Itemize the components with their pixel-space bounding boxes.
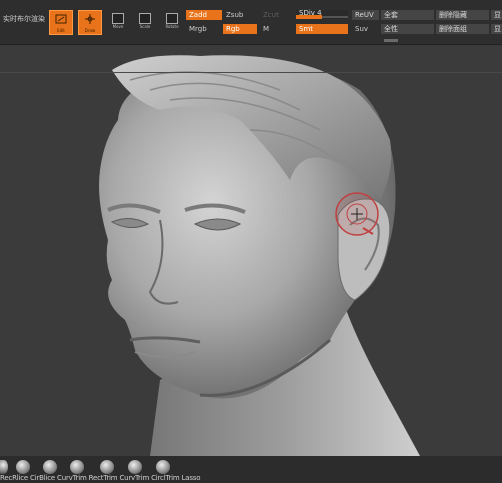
toolbar-divider	[0, 44, 502, 45]
draw-icon	[85, 14, 95, 24]
edit-button[interactable]: Edit	[49, 10, 73, 35]
draw-button[interactable]: Draw	[78, 10, 102, 35]
mrgb-button[interactable]: Mrgb	[189, 25, 207, 34]
rotate-button[interactable]: Rotate	[164, 12, 180, 34]
trim-tool-icon-0[interactable]	[0, 460, 8, 474]
canvas-guide-line	[0, 72, 502, 73]
scale-icon	[139, 13, 151, 24]
rect-slice-icon[interactable]	[16, 460, 30, 474]
delete-polygroup-button[interactable]: 删除面组	[436, 24, 489, 34]
scale-button[interactable]: Scale	[137, 12, 153, 34]
move-icon	[112, 13, 124, 24]
zsub-button[interactable]: Zsub	[226, 11, 243, 20]
rotate-icon	[166, 13, 178, 24]
sculpt-head-model	[99, 55, 420, 456]
zadd-button[interactable]: Zadd	[186, 10, 222, 20]
boolean-render-label[interactable]: 实时布尔渲染	[3, 15, 45, 24]
invert-button[interactable]: 全性	[381, 24, 434, 34]
suv-button[interactable]: Suv	[355, 25, 368, 34]
edit-icon	[55, 14, 67, 24]
rect-trim-icon[interactable]	[100, 460, 114, 474]
viewport-canvas[interactable]	[0, 46, 502, 456]
move-button[interactable]: Move	[110, 12, 126, 34]
top-toolbar: 实时布尔渲染 Edit Draw Move Scale Rotate Zadd …	[0, 0, 502, 44]
show-all-button[interactable]: 全套	[381, 10, 434, 20]
lasso-trim-icon[interactable]	[156, 460, 170, 474]
sdiv-slider[interactable]: SDiv 4	[296, 9, 348, 19]
extra-button-1[interactable]: 显示	[491, 10, 502, 20]
sdiv-fill	[296, 15, 322, 19]
extra-button-2[interactable]: 显示	[491, 24, 502, 34]
rgb-button[interactable]: Rgb	[223, 24, 257, 34]
circle-slice-icon[interactable]	[43, 460, 57, 474]
curve-trim-icon[interactable]	[128, 460, 142, 474]
zcut-button[interactable]: Zcut	[263, 11, 279, 20]
delete-hidden-button[interactable]: 删除隐藏	[436, 10, 489, 20]
shelf-tool-labels: RecRlice CirBlice CurvTrim RectTrim Curv…	[0, 474, 201, 482]
m-button[interactable]: M	[263, 25, 269, 34]
scroll-indicator[interactable]	[384, 39, 398, 42]
reuv-button[interactable]: ReUV	[352, 10, 379, 20]
smt-button[interactable]: Smt	[296, 24, 348, 34]
brush-cursor-icon	[335, 192, 379, 236]
curve-slice-icon[interactable]	[70, 460, 84, 474]
